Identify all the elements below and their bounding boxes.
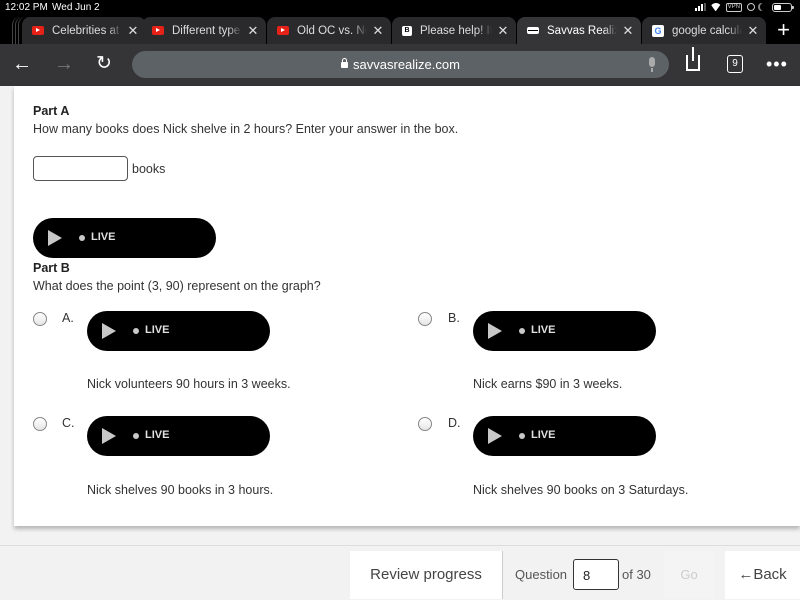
choice-d-letter: D.: [448, 416, 461, 430]
close-tab-icon[interactable]: ✕: [371, 23, 385, 39]
live-dot-icon: [519, 433, 525, 439]
status-time: 12:02 PM: [5, 2, 48, 13]
youtube-icon: [32, 26, 44, 35]
question-number-input[interactable]: 8: [573, 559, 619, 590]
back-label: Back: [753, 566, 787, 583]
browser-tab[interactable]: B Please help! It's ✕: [392, 17, 516, 44]
live-label: LIVE: [531, 429, 556, 441]
play-icon[interactable]: [488, 428, 502, 444]
cellular-signal-icon: [694, 3, 706, 11]
part-b-label: Part B: [33, 261, 70, 275]
status-date: Wed Jun 2: [52, 2, 100, 13]
play-icon[interactable]: [102, 428, 116, 444]
choice-c-radio[interactable]: [33, 417, 47, 431]
live-label: LIVE: [91, 231, 116, 243]
savvas-icon: [527, 27, 539, 34]
orientation-lock-icon: [747, 3, 755, 11]
new-tab-button[interactable]: +: [777, 16, 790, 44]
battery-level: [774, 4, 782, 10]
back-arrow-icon[interactable]: ←: [12, 52, 32, 76]
youtube-icon: [277, 26, 289, 35]
choice-d-audio-player[interactable]: LIVE: [473, 416, 656, 456]
browser-tab[interactable]: G google calculat ✕: [642, 17, 766, 44]
browser-toolbar: ← → ↻ savvasrealize.com 9 •••: [0, 44, 800, 86]
question-total: of 30: [622, 567, 651, 582]
part-a-label: Part A: [33, 104, 70, 118]
choice-c-text: Nick shelves 90 books in 3 hours.: [87, 483, 274, 497]
more-menu-icon[interactable]: •••: [766, 54, 788, 75]
choice-b-audio-player[interactable]: LIVE: [473, 311, 656, 351]
choice-c-audio-player[interactable]: LIVE: [87, 416, 270, 456]
live-dot-icon: [133, 328, 139, 334]
browser-tab[interactable]: Celebrities at D ✕: [22, 17, 146, 44]
battery-icon: [772, 2, 794, 12]
choice-a-letter: A.: [62, 311, 74, 325]
live-dot-icon: [133, 433, 139, 439]
wifi-icon: [711, 3, 721, 11]
live-dot-icon: [519, 328, 525, 334]
browser-tab[interactable]: Different type c ✕: [142, 17, 266, 44]
question-card: Part A How many books does Nick shelve i…: [14, 86, 800, 526]
choice-b-text: Nick earns $90 in 3 weeks.: [473, 377, 623, 391]
share-icon[interactable]: [686, 47, 700, 71]
back-button[interactable]: ←Back: [725, 551, 800, 599]
play-icon[interactable]: [488, 323, 502, 339]
tab-switcher-button[interactable]: 9: [727, 55, 743, 73]
reload-icon[interactable]: ↻: [96, 52, 112, 76]
ios-status-bar: 12:02 PM Wed Jun 2 VPN: [0, 0, 800, 14]
part-b-question: What does the point (3, 90) represent on…: [33, 279, 321, 293]
forward-arrow-icon[interactable]: →: [54, 52, 74, 76]
address-bar[interactable]: savvasrealize.com: [132, 51, 669, 78]
page-content: Part A How many books does Nick shelve i…: [0, 86, 800, 600]
question-label: Question: [515, 567, 568, 582]
question-navigation-bar: Review progress Question 8 of 30 Go ←Bac…: [0, 545, 800, 600]
play-icon[interactable]: [48, 230, 62, 246]
choice-d-text: Nick shelves 90 books on 3 Saturdays.: [473, 483, 689, 497]
tab-strip: Celebrities at D ✕ Different type c ✕ Ol…: [0, 14, 800, 44]
tab-title: google calculat: [672, 24, 742, 37]
youtube-icon: [152, 26, 164, 35]
go-button[interactable]: Go: [664, 551, 714, 599]
live-dot-icon: [79, 235, 85, 241]
browser-tab-active[interactable]: Savvas Realize ✕: [517, 17, 641, 44]
google-icon: G: [652, 24, 664, 37]
part-a-question: How many books does Nick shelve in 2 hou…: [33, 122, 459, 136]
choice-b-radio[interactable]: [418, 312, 432, 326]
live-label: LIVE: [145, 324, 170, 336]
lock-icon: [341, 58, 349, 68]
choice-a-radio[interactable]: [33, 312, 47, 326]
close-tab-icon[interactable]: ✕: [246, 23, 260, 39]
microphone-icon[interactable]: [649, 57, 655, 72]
review-progress-button[interactable]: Review progress: [350, 551, 503, 599]
answer-unit: books: [132, 162, 166, 176]
audio-player[interactable]: LIVE: [33, 218, 216, 258]
choice-d-radio[interactable]: [418, 417, 432, 431]
choice-b-letter: B.: [448, 311, 460, 325]
play-icon[interactable]: [102, 323, 116, 339]
tab-title: Celebrities at D: [52, 24, 122, 37]
books-answer-input[interactable]: [33, 156, 128, 181]
browser-tab[interactable]: Old OC vs. New ✕: [267, 17, 391, 44]
tab-title: Old OC vs. New: [297, 24, 367, 37]
choice-c-letter: C.: [62, 416, 75, 430]
tab-title: Different type c: [172, 24, 242, 37]
live-label: LIVE: [531, 324, 556, 336]
close-tab-icon[interactable]: ✕: [126, 23, 140, 39]
close-tab-icon[interactable]: ✕: [496, 23, 510, 39]
close-tab-icon[interactable]: ✕: [746, 23, 760, 39]
status-icons: VPN: [694, 1, 794, 13]
back-arrow-icon: ←: [738, 566, 754, 583]
close-tab-icon[interactable]: ✕: [621, 23, 635, 39]
live-label: LIVE: [145, 429, 170, 441]
tab-title: Please help! It's: [420, 24, 492, 37]
brainly-icon: B: [402, 25, 412, 36]
choice-a-audio-player[interactable]: LIVE: [87, 311, 270, 351]
tab-title: Savvas Realize: [547, 24, 617, 37]
url-text: savvasrealize.com: [353, 57, 460, 72]
choice-a-text: Nick volunteers 90 hours in 3 weeks.: [87, 377, 291, 391]
vpn-icon: VPN: [725, 2, 742, 12]
do-not-disturb-icon: [760, 3, 767, 11]
